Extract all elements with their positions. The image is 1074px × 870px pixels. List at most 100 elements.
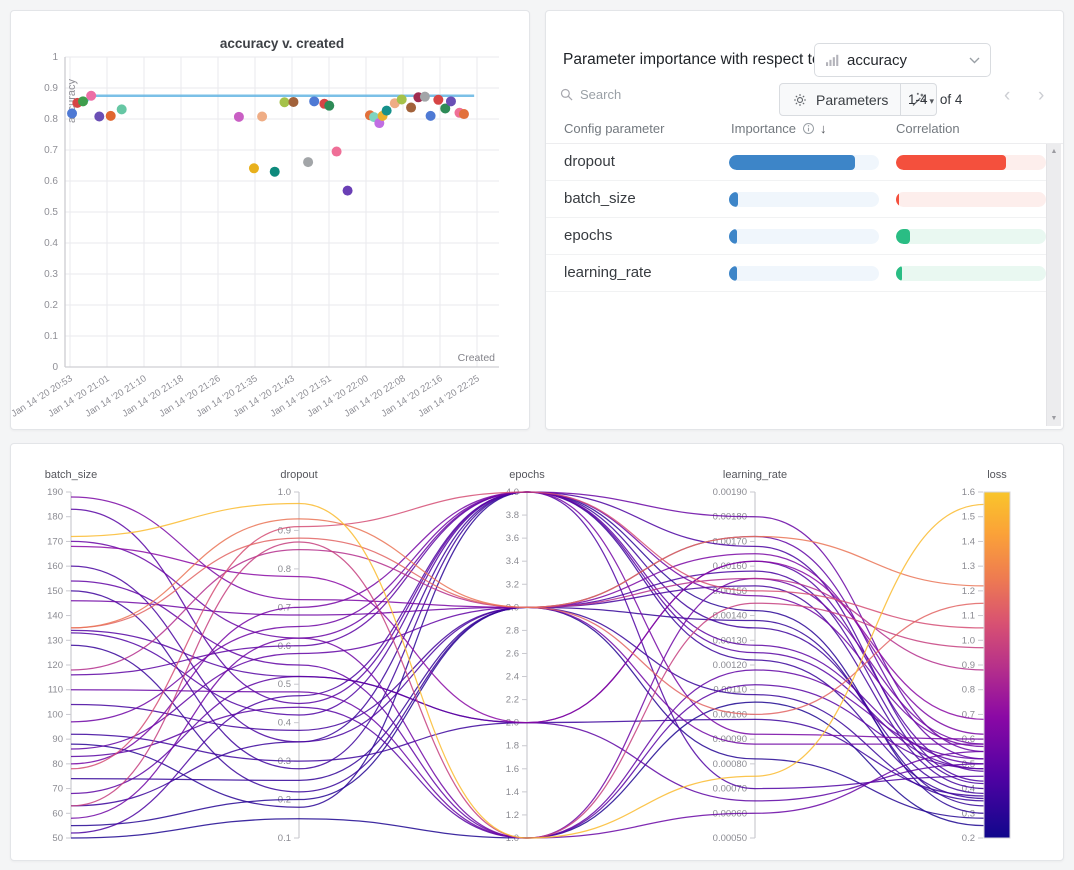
svg-text:0: 0	[52, 362, 58, 373]
svg-text:80: 80	[52, 759, 63, 770]
svg-text:0.00050: 0.00050	[713, 833, 747, 844]
param-name: epochs	[564, 227, 612, 244]
param-name: batch_size	[564, 190, 636, 207]
svg-text:0.8: 0.8	[962, 685, 975, 696]
pagination-range[interactable]: 1-4	[908, 92, 928, 107]
svg-text:130: 130	[47, 635, 63, 646]
svg-text:accuracy v. created: accuracy v. created	[220, 36, 344, 51]
svg-text:1.1: 1.1	[962, 611, 975, 622]
svg-text:0.1: 0.1	[44, 331, 58, 342]
header-config-parameter[interactable]: Config parameter	[564, 121, 664, 136]
svg-text:1.2: 1.2	[506, 810, 519, 821]
bar-chart-icon	[825, 53, 839, 67]
svg-text:epochs: epochs	[509, 469, 545, 481]
pagination-caret-icon: ▾	[930, 96, 935, 106]
svg-text:0.00190: 0.00190	[713, 487, 747, 498]
metric-dropdown[interactable]: accuracy	[814, 43, 991, 77]
svg-text:0.00070: 0.00070	[713, 784, 747, 795]
svg-text:0.00080: 0.00080	[713, 759, 747, 770]
svg-text:1.6: 1.6	[962, 487, 975, 498]
correlation-bar	[896, 266, 1046, 281]
svg-text:1.0: 1.0	[278, 487, 291, 498]
parallel-coordinates-chart[interactable]: 5060708090100110120130140150160170180190…	[11, 444, 1063, 860]
svg-text:0.2: 0.2	[962, 833, 975, 844]
importance-bar	[729, 229, 879, 244]
next-page-chevron[interactable]: ›	[1038, 85, 1044, 107]
header-importance[interactable]: Importance ↓	[731, 121, 827, 136]
importance-bar	[729, 192, 879, 207]
svg-text:0.4: 0.4	[44, 238, 58, 249]
metric-dropdown-value: accuracy	[847, 52, 969, 69]
parameter-importance-panel: Parameter importance with respect to acc…	[545, 10, 1064, 430]
svg-text:2.4: 2.4	[506, 672, 519, 683]
svg-text:100: 100	[47, 709, 63, 720]
svg-text:170: 170	[47, 536, 63, 547]
table-scrollbar[interactable]: ▲ ▼	[1046, 144, 1061, 426]
header-correlation[interactable]: Correlation	[896, 121, 960, 136]
svg-text:3.4: 3.4	[506, 556, 519, 567]
chevron-down-icon	[969, 57, 980, 64]
correlation-bar	[896, 155, 1046, 170]
svg-text:2.2: 2.2	[506, 695, 519, 706]
scatter-chart[interactable]: Jan 14 '20 20:53Jan 14 '20 21:01Jan 14 '…	[11, 11, 529, 429]
sort-desc-icon[interactable]: ↓	[820, 121, 827, 136]
svg-text:0.6: 0.6	[44, 176, 58, 187]
table-row: dropout	[546, 144, 1046, 181]
svg-text:140: 140	[47, 611, 63, 622]
param-name: learning_rate	[564, 264, 652, 281]
svg-text:190: 190	[47, 487, 63, 498]
parallel-coordinates-panel: 5060708090100110120130140150160170180190…	[10, 443, 1064, 861]
svg-text:Created: Created	[458, 352, 496, 364]
svg-text:0.4: 0.4	[278, 718, 291, 729]
svg-text:0.3: 0.3	[44, 269, 58, 280]
svg-text:Jan 14 '20 20:53: Jan 14 '20 20:53	[11, 373, 75, 419]
svg-text:160: 160	[47, 561, 63, 572]
importance-bar	[729, 155, 879, 170]
scroll-up-icon[interactable]: ▲	[1051, 148, 1058, 155]
svg-text:120: 120	[47, 660, 63, 671]
svg-text:2.6: 2.6	[506, 648, 519, 659]
pagination-of: of 4	[940, 92, 963, 107]
search-input[interactable]	[580, 87, 720, 102]
svg-text:0.1: 0.1	[278, 833, 291, 844]
svg-text:2.8: 2.8	[506, 625, 519, 636]
table-row: epochs	[546, 218, 1046, 255]
svg-text:110: 110	[48, 685, 63, 696]
svg-text:1.0: 1.0	[962, 635, 975, 646]
scroll-down-icon[interactable]: ▼	[1051, 415, 1058, 422]
svg-text:0.8: 0.8	[278, 564, 291, 575]
svg-text:0.00120: 0.00120	[713, 660, 747, 671]
svg-text:loss: loss	[987, 469, 1007, 481]
svg-text:0.7: 0.7	[44, 145, 58, 156]
svg-text:150: 150	[47, 586, 63, 597]
correlation-bar	[896, 229, 1046, 244]
svg-text:dropout: dropout	[280, 469, 317, 481]
panel-title: Parameter importance with respect to	[563, 51, 821, 69]
svg-text:1.6: 1.6	[506, 764, 519, 775]
scatter-panel: Jan 14 '20 20:53Jan 14 '20 21:01Jan 14 '…	[10, 10, 530, 430]
parameters-button-label: Parameters	[816, 92, 888, 108]
svg-text:0.00160: 0.00160	[713, 561, 747, 572]
prev-page-chevron[interactable]: ‹	[1004, 85, 1010, 107]
table-header: Config parameter Importance ↓ Correlatio…	[546, 114, 1063, 144]
info-icon[interactable]	[802, 122, 815, 135]
search-box	[560, 87, 730, 102]
correlation-bar	[896, 192, 1046, 207]
table-row: learning_rate	[546, 255, 1046, 292]
svg-text:0.8: 0.8	[44, 114, 58, 125]
svg-text:60: 60	[52, 808, 63, 819]
svg-text:0.2: 0.2	[44, 300, 58, 311]
svg-text:180: 180	[47, 512, 63, 523]
svg-text:1.4: 1.4	[506, 787, 519, 798]
svg-text:0.5: 0.5	[44, 207, 58, 218]
parameters-button[interactable]: Parameters	[779, 83, 901, 116]
search-icon	[560, 88, 573, 101]
svg-text:90: 90	[52, 734, 63, 745]
svg-text:1.3: 1.3	[962, 561, 975, 572]
svg-text:3.6: 3.6	[506, 533, 519, 544]
svg-text:1.2: 1.2	[962, 586, 975, 597]
table-row: batch_size	[546, 181, 1046, 218]
svg-text:1.5: 1.5	[962, 512, 975, 523]
pagination[interactable]: 1-4▾ of 4	[908, 92, 962, 107]
svg-text:0.5: 0.5	[278, 679, 291, 690]
